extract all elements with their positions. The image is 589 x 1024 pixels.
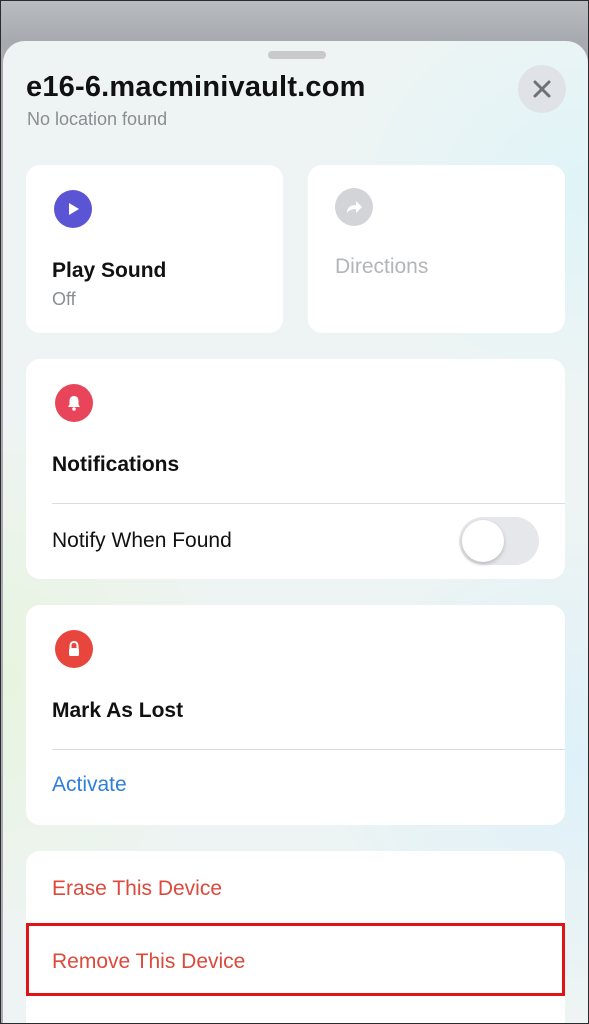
play-sound-status: Off <box>52 289 76 309</box>
device-name: e16-6.macminivault.com <box>26 71 366 103</box>
erase-device-button[interactable]: Erase This Device <box>52 877 222 901</box>
device-actions-card: Erase This Device Remove This Device <box>26 851 565 1023</box>
notifications-divider <box>52 503 565 504</box>
close-icon <box>533 80 551 98</box>
directions-card[interactable]: Directions <box>308 165 565 333</box>
notifications-title: Notifications <box>52 453 180 476</box>
lock-icon <box>55 630 93 668</box>
location-status: No location found <box>27 109 168 129</box>
play-sound-title: Play Sound <box>52 259 167 282</box>
device-actions-divider <box>52 924 565 925</box>
notify-when-found-label: Notify When Found <box>52 529 232 552</box>
directions-arrow-icon <box>335 188 373 226</box>
activate-link[interactable]: Activate <box>52 773 127 797</box>
mark-as-lost-card: Mark As Lost Activate <box>26 605 565 825</box>
screen: e16-6.macminivault.com No location found… <box>0 0 589 1024</box>
remove-device-button[interactable]: Remove This Device <box>52 950 245 974</box>
bell-icon <box>55 384 93 422</box>
play-sound-card[interactable]: Play Sound Off <box>26 165 283 333</box>
notify-when-found-toggle[interactable] <box>459 517 539 565</box>
directions-title: Directions <box>335 255 429 278</box>
sheet-grabber[interactable] <box>268 51 326 59</box>
mark-as-lost-title: Mark As Lost <box>52 699 184 722</box>
play-icon <box>54 190 92 228</box>
lost-mode-divider <box>52 749 565 750</box>
notifications-card: Notifications Notify When Found <box>26 359 565 579</box>
toggle-knob <box>462 520 504 562</box>
device-detail-sheet: e16-6.macminivault.com No location found… <box>3 41 588 1023</box>
close-button[interactable] <box>518 65 566 113</box>
